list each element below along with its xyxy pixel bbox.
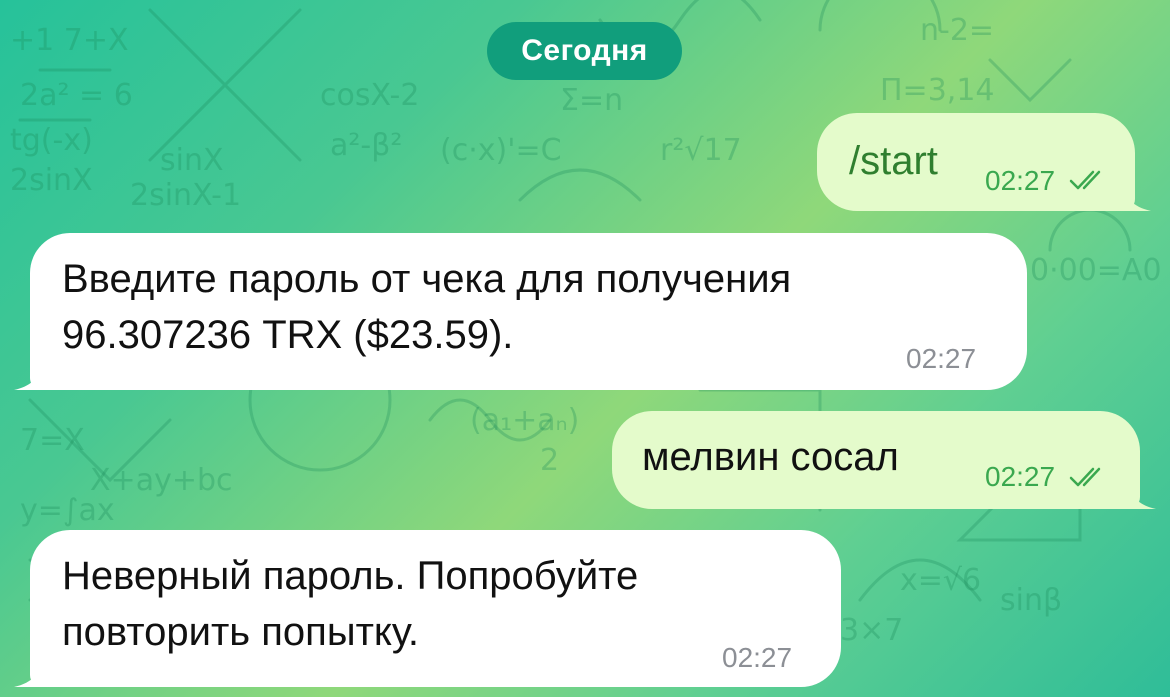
svg-text:r²√17: r²√17: [660, 133, 742, 168]
bubble-tail: [1126, 469, 1156, 509]
svg-text:n-2=: n-2=: [920, 13, 994, 48]
svg-text:+1 7+X: +1 7+X: [10, 23, 129, 58]
svg-text:7=X: 7=X: [20, 423, 85, 458]
message-text: Неверный пароль. Попробуйте повторить по…: [62, 554, 639, 654]
svg-text:(a₁+aₙ): (a₁+aₙ): [470, 403, 579, 438]
svg-text:0·00=A0: 0·00=A0: [1030, 253, 1162, 288]
svg-text:3×7: 3×7: [840, 613, 903, 648]
svg-text:2sinX-1: 2sinX-1: [130, 178, 241, 213]
svg-text:x=√6: x=√6: [900, 563, 981, 598]
svg-text:X+ay+bc: X+ay+bc: [90, 463, 233, 498]
outgoing-message[interactable]: /start 02:27: [817, 113, 1151, 211]
svg-text:tg(-x): tg(-x): [10, 123, 93, 158]
message-text: Введите пароль от чека для получения 96.…: [62, 257, 792, 357]
bubble-tail: [1121, 171, 1151, 211]
message-time: 02:27: [722, 642, 793, 673]
message-time: 02:27: [985, 461, 1056, 492]
svg-text:cosX-2: cosX-2: [320, 78, 419, 113]
svg-text:y=∫ax: y=∫ax: [20, 493, 115, 528]
svg-text:Π=3,14: Π=3,14: [880, 73, 995, 108]
svg-text:2: 2: [540, 443, 559, 478]
svg-text:sinX: sinX: [160, 143, 224, 178]
incoming-message[interactable]: Введите пароль от чека для получения 96.…: [14, 233, 1027, 390]
svg-text:sinβ: sinβ: [1000, 583, 1062, 618]
svg-text:(c·x)'=C: (c·x)'=C: [440, 133, 562, 168]
message-text: /start: [849, 139, 938, 183]
message-text: мелвин сосал: [642, 435, 899, 479]
svg-text:2sinX: 2sinX: [10, 163, 93, 198]
svg-text:Σ=n: Σ=n: [560, 83, 623, 118]
svg-text:2a² = 6: 2a² = 6: [20, 78, 133, 113]
double-check-read-icon: [1069, 467, 1101, 487]
bubble-tail: [14, 350, 44, 390]
date-separator: Сегодня: [487, 22, 682, 80]
message-time: 02:27: [906, 343, 977, 374]
bubble-tail: [14, 647, 44, 687]
svg-text:a²-β²: a²-β²: [330, 128, 402, 163]
incoming-message[interactable]: Неверный пароль. Попробуйте повторить по…: [14, 530, 841, 687]
double-check-read-icon: [1069, 170, 1101, 190]
message-time: 02:27: [985, 165, 1056, 196]
outgoing-message[interactable]: мелвин сосал 02:27: [612, 411, 1156, 509]
